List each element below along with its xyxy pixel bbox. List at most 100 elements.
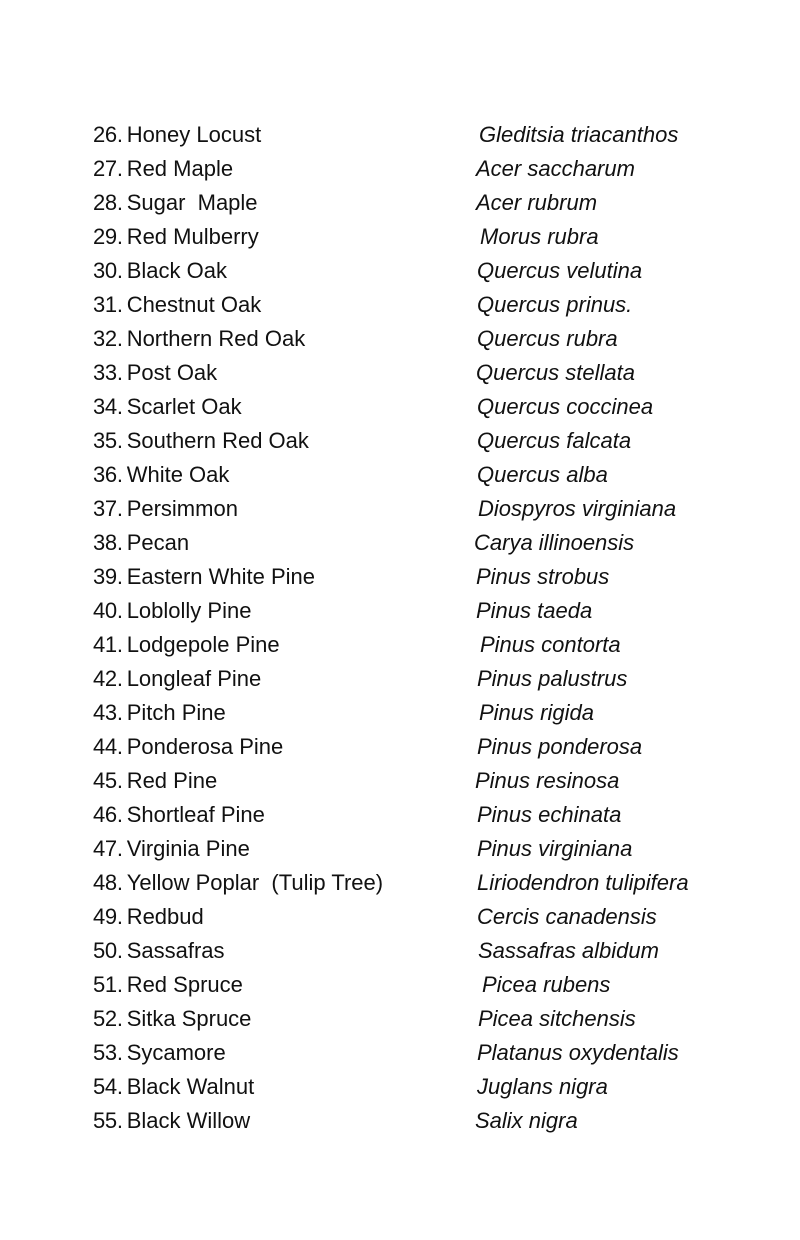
item-number: 55. <box>93 1108 123 1133</box>
list-item: 31. Chestnut Oak Quercus prinus. <box>93 288 753 322</box>
scientific-name: Pinus resinosa <box>475 768 620 793</box>
scientific-name: Sassafras albidum <box>478 938 659 963</box>
item-number: 49. <box>93 904 123 929</box>
scientific-name: Carya illinoensis <box>474 530 635 555</box>
item-number: 51. <box>93 972 123 997</box>
item-number: 48. <box>93 870 123 895</box>
common-name: Virginia Pine <box>126 836 250 861</box>
common-name: Black Oak <box>126 258 227 283</box>
list-item: 27. Red Maple Acer saccharum <box>93 152 753 186</box>
item-number: 44. <box>93 734 123 759</box>
scientific-name: Liriodendron tulipifera <box>477 870 689 895</box>
common-name: Black Willow <box>126 1108 251 1133</box>
scientific-name: Gleditsia triacanthos <box>479 122 679 147</box>
common-name: Sycamore <box>126 1040 226 1065</box>
common-name: Pecan <box>126 530 190 555</box>
item-number: 53. <box>93 1040 123 1065</box>
item-number: 30. <box>93 258 123 283</box>
common-name: Eastern White Pine <box>126 564 315 589</box>
scientific-name: Acer rubrum <box>476 190 598 215</box>
list-item: 54. Black Walnut Juglans nigra <box>93 1070 753 1104</box>
item-number: 46. <box>93 802 123 827</box>
scientific-name: Pinus taeda <box>476 598 593 623</box>
common-name: Red Spruce <box>126 972 243 997</box>
item-number: 28. <box>93 190 123 215</box>
common-name: Chestnut Oak <box>126 292 262 317</box>
scientific-name: Pinus echinata <box>477 802 622 827</box>
list-item: 40. Loblolly Pine Pinus taeda <box>93 594 753 628</box>
scientific-name: Quercus velutina <box>477 258 643 283</box>
common-name: Persimmon <box>126 496 238 521</box>
item-number: 26. <box>93 122 123 147</box>
common-name: Loblolly Pine <box>126 598 252 623</box>
scientific-name: Pinus contorta <box>480 632 621 657</box>
scientific-name: Pinus virginiana <box>477 836 633 861</box>
item-number: 37. <box>93 496 123 521</box>
list-item: 48. Yellow Poplar (Tulip Tree) Liriodendro… <box>93 866 753 900</box>
item-number: 41. <box>93 632 123 657</box>
scientific-name: Platanus oxydentalis <box>477 1040 679 1065</box>
list-item: 45. Red Pine Pinus resinosa <box>93 764 753 798</box>
item-number: 32. <box>93 326 123 351</box>
common-name: Southern Red Oak <box>126 428 309 453</box>
scientific-name: Quercus falcata <box>477 428 632 453</box>
scientific-name: Salix nigra <box>475 1108 578 1133</box>
common-name: White Oak <box>126 462 230 487</box>
common-name: Red Mulberry <box>126 224 259 249</box>
tree-species-list: 26. Honey Locust Gleditsia triacanthos 27. R… <box>93 118 753 1138</box>
list-item: 49. Redbud Cercis canadensis <box>93 900 753 934</box>
list-item: 36. White Oak Quercus alba <box>93 458 753 492</box>
scientific-name: Juglans nigra <box>477 1074 608 1099</box>
list-item: 53. Sycamore Platanus oxydentalis <box>93 1036 753 1070</box>
common-name: Sassafras <box>126 938 225 963</box>
scientific-name: Morus rubra <box>480 224 599 249</box>
item-number: 27. <box>93 156 123 181</box>
common-name: Post Oak <box>126 360 218 385</box>
item-number: 50. <box>93 938 123 963</box>
scientific-name: Cercis canadensis <box>477 904 657 929</box>
scientific-name: Quercus rubra <box>477 326 618 351</box>
list-item: 26. Honey Locust Gleditsia triacanthos <box>93 118 753 152</box>
item-number: 36. <box>93 462 123 487</box>
list-item: 33. Post Oak Quercus stellata <box>93 356 753 390</box>
list-item: 55. Black Willow Salix nigra <box>93 1104 753 1138</box>
scientific-name: Acer saccharum <box>476 156 635 181</box>
scientific-name: Pinus ponderosa <box>477 734 643 759</box>
list-item: 29. Red Mulberry Morus rubra <box>93 220 753 254</box>
common-name: Redbud <box>126 904 204 929</box>
common-name: Northern Red Oak <box>126 326 306 351</box>
common-name: Yellow Poplar (Tulip Tree) <box>126 870 384 895</box>
item-number: 33. <box>93 360 123 385</box>
common-name: Ponderosa Pine <box>126 734 284 759</box>
list-item: 30. Black Oak Quercus velutina <box>93 254 753 288</box>
common-name: Red Maple <box>126 156 234 181</box>
item-number: 43. <box>93 700 123 725</box>
item-number: 34. <box>93 394 123 419</box>
scientific-name: Picea rubens <box>482 972 611 997</box>
list-item: 41. Lodgepole Pine Pinus contorta <box>93 628 753 662</box>
common-name: Scarlet Oak <box>126 394 242 419</box>
common-name: Longleaf Pine <box>126 666 262 691</box>
list-item: 37. Persimmon Diospyros virginiana <box>93 492 753 526</box>
list-item: 51. Red Spruce Picea rubens <box>93 968 753 1002</box>
scientific-name: Picea sitchensis <box>478 1006 636 1031</box>
scientific-name: Pinus strobus <box>476 564 610 589</box>
item-number: 45. <box>93 768 123 793</box>
scientific-name: Quercus coccinea <box>477 394 654 419</box>
common-name: Pitch Pine <box>126 700 226 725</box>
scientific-name: Pinus palustrus <box>477 666 628 691</box>
item-number: 35. <box>93 428 123 453</box>
common-name: Sugar Maple <box>126 190 258 215</box>
list-item: 46. Shortleaf Pine Pinus echinata <box>93 798 753 832</box>
common-name: Red Pine <box>126 768 218 793</box>
list-item: 43. Pitch Pine Pinus rigida <box>93 696 753 730</box>
common-name: Sitka Spruce <box>126 1006 252 1031</box>
item-number: 54. <box>93 1074 123 1099</box>
scientific-name: Quercus stellata <box>476 360 635 385</box>
list-item: 50. Sassafras Sassafras albidum <box>93 934 753 968</box>
list-item: 34. Scarlet Oak Quercus coccinea <box>93 390 753 424</box>
common-name: Black Walnut <box>126 1074 255 1099</box>
item-number: 38. <box>93 530 123 555</box>
common-name: Lodgepole Pine <box>126 632 280 657</box>
scientific-name: Quercus alba <box>477 462 608 487</box>
